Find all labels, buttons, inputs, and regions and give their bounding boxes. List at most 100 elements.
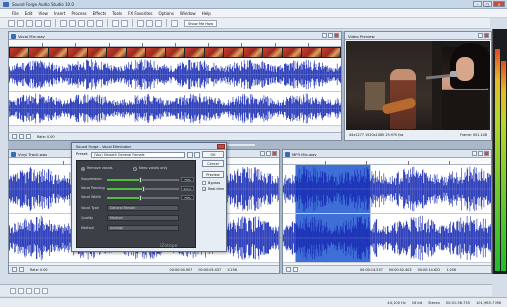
menu-edit[interactable]: Edit [25,11,33,16]
bypass-checkbox[interactable] [202,181,206,185]
go-to-start-icon[interactable] [12,267,17,272]
video-preview-window[interactable]: Video Preview 44x1277 1920x1080 29.970 f… [344,31,492,141]
pane-maximize-button[interactable] [266,151,271,156]
close-button[interactable]: × [493,1,505,7]
save-all-icon[interactable] [35,19,42,27]
pane-minimize-button[interactable] [322,33,327,38]
record-icon[interactable] [10,287,16,294]
edit-tool-icon[interactable] [137,19,144,27]
rewind-icon[interactable] [34,287,40,294]
pane-maximize-button[interactable] [478,151,483,156]
paste-icon[interactable] [78,19,85,27]
redo-icon[interactable] [121,19,128,27]
maximize-button[interactable]: □ [483,1,492,7]
video-info-bar: 44x1277 1920x1080 29.970 fps Frame: 001.… [346,130,490,139]
pane-title: Vinyl Track.wav [18,151,48,157]
pane-maximize-button[interactable] [328,33,333,38]
play-icon[interactable] [19,134,24,139]
data-window-vocal-mix[interactable]: Vocal Mix.wav Rate: 0.00 [8,31,342,141]
pane-close-button[interactable] [272,151,277,156]
pane-close-button[interactable] [484,151,489,156]
vocal-type-dropdown[interactable]: General Female [107,205,179,211]
suppression-value[interactable]: 75% [181,177,194,182]
menu-file[interactable]: File [12,11,19,16]
method-label: Method [81,226,94,230]
quality-dropdown[interactable]: Medium [107,215,179,221]
vocal-panning-value[interactable]: 0.0 C [181,186,194,191]
forward-icon[interactable] [42,287,48,294]
audio-file-icon [11,33,16,39]
menu-view[interactable]: View [38,11,48,16]
pane-minimize-button[interactable] [472,151,477,156]
preset-dropdown[interactable]: (Vox) Smooth General Female [91,151,185,158]
help-icon[interactable] [171,19,178,27]
cut-icon[interactable] [60,19,67,27]
app-icon [3,2,9,7]
go-to-start-icon[interactable] [286,267,291,272]
go-to-start-icon[interactable] [12,134,17,139]
minimize-button[interactable]: – [473,1,482,7]
status-bit-depth: 16 bit [411,300,423,305]
magnify-tool-icon[interactable] [146,19,153,27]
delete-preset-icon[interactable] [194,151,200,158]
vocal-eliminator-dialog[interactable]: Sound Forge - Vocal Eliminator Preset: (… [71,142,227,252]
pane-close-button[interactable] [334,33,339,38]
play-icon[interactable] [19,267,24,272]
pane-maximize-button[interactable] [478,33,483,38]
vocal-width-value[interactable]: 75% [181,195,194,200]
mix-icon[interactable] [87,19,94,27]
play-all-icon[interactable] [18,287,24,294]
copy-icon[interactable] [69,19,76,27]
menu-tools[interactable]: Tools [112,11,122,16]
method-dropdown[interactable]: Average [107,225,179,231]
loop-icon[interactable] [26,134,31,139]
time-ruler[interactable] [283,158,491,165]
suppression-slider[interactable] [107,177,179,183]
menu-process[interactable]: Process [71,11,86,16]
menu-help[interactable]: Help [202,11,211,16]
vocal-panning-slider[interactable] [107,186,179,192]
open-file-icon[interactable] [17,19,24,27]
waveform-channel-left[interactable] [9,58,341,92]
realtime-label: Real-time [208,186,225,191]
pane-title: Vocal Mix.wav [18,33,45,39]
stop-icon[interactable] [26,287,32,294]
pencil-tool-icon[interactable] [155,19,162,27]
waveform-channel-right[interactable] [9,92,341,126]
save-icon[interactable] [26,19,33,27]
dialog-close-button[interactable] [217,144,225,149]
menu-options[interactable]: Options [158,11,173,16]
show-me-how-button[interactable]: Show Me How [184,19,218,27]
status-bar: 44,100 Hz 16 bit Stereo 00:01:36.735 101… [0,297,507,307]
data-window-mp3-mix[interactable]: MP3 Mix.wav 00:00:14.537 00:00:02.403 00… [282,149,492,274]
cancel-button[interactable]: Cancel [202,160,224,167]
save-preset-icon[interactable] [187,151,193,158]
main-toolbar: Show Me How [0,18,490,29]
time-ruler[interactable] [9,40,341,47]
pane-footer: Rate: 0.00 00:00:04.907 00:00:05.437 1:2… [9,265,279,273]
menu-effects[interactable]: Effects [93,11,107,16]
realtime-checkbox[interactable]: ✓ [202,187,206,192]
keep-vocals-radio[interactable] [133,167,137,171]
pane-footer: Rate: 0.00 [9,132,341,140]
pane-title: Video Preview [348,33,375,39]
waveform-channel-right[interactable] [283,214,491,263]
menu-fx-favorites[interactable]: FX Favorites [128,11,152,16]
ok-button[interactable]: OK [202,151,224,158]
menu-insert[interactable]: Insert [54,11,65,16]
vocal-width-slider[interactable] [107,195,179,201]
waveform-channel-left[interactable] [283,165,491,214]
play-icon[interactable] [293,267,298,272]
undo-icon[interactable] [112,19,119,27]
pane-close-button[interactable] [484,33,489,38]
pane-minimize-button[interactable] [260,151,265,156]
new-file-icon[interactable] [8,19,15,27]
dialog-title: Sound Forge - Vocal Eliminator [76,144,132,149]
preview-button[interactable]: Preview [202,171,224,178]
remove-vocals-radio[interactable] [81,167,85,171]
render-icon[interactable] [44,19,51,27]
cursor-time: 00:00:14.537 [360,267,383,272]
trim-icon[interactable] [96,19,103,27]
video-thumbnail-strip[interactable] [9,47,341,58]
menu-window[interactable]: Window [180,11,196,16]
